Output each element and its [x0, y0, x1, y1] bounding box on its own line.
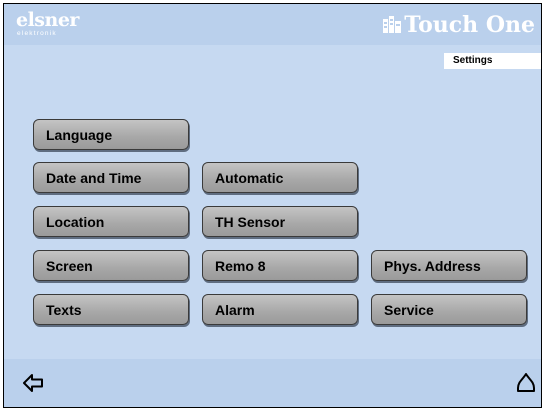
- arrow-left-icon[interactable]: [22, 372, 44, 394]
- location-button[interactable]: Location: [33, 206, 189, 237]
- th-sensor-button[interactable]: TH Sensor: [202, 206, 358, 237]
- screen-button[interactable]: Screen: [33, 250, 189, 281]
- footer-bar: [4, 359, 541, 407]
- language-button[interactable]: Language: [33, 119, 189, 150]
- alarm-button[interactable]: Alarm: [202, 294, 358, 325]
- remo-8-button[interactable]: Remo 8: [202, 250, 358, 281]
- automatic-button[interactable]: Automatic: [202, 162, 358, 193]
- brand-subtitle: elektronik: [17, 30, 57, 37]
- home-icon[interactable]: [515, 372, 537, 394]
- date-and-time-button[interactable]: Date and Time: [33, 162, 189, 193]
- texts-button[interactable]: Texts: [33, 294, 189, 325]
- brand-name: elsner: [16, 9, 79, 31]
- page-title-tag: Settings: [444, 53, 541, 69]
- service-button[interactable]: Service: [371, 294, 527, 325]
- brand-logo: elsner elektronik: [16, 11, 79, 38]
- product-name: Touch One: [404, 12, 535, 38]
- touch-one-logo-icon: [383, 16, 402, 33]
- product-logo: Touch One: [382, 13, 535, 37]
- touch-panel-screen: elsner elektronik Touch One Settings Lan…: [3, 3, 542, 408]
- phys-address-button[interactable]: Phys. Address: [371, 250, 527, 281]
- header-bar: elsner elektronik Touch One: [4, 4, 541, 45]
